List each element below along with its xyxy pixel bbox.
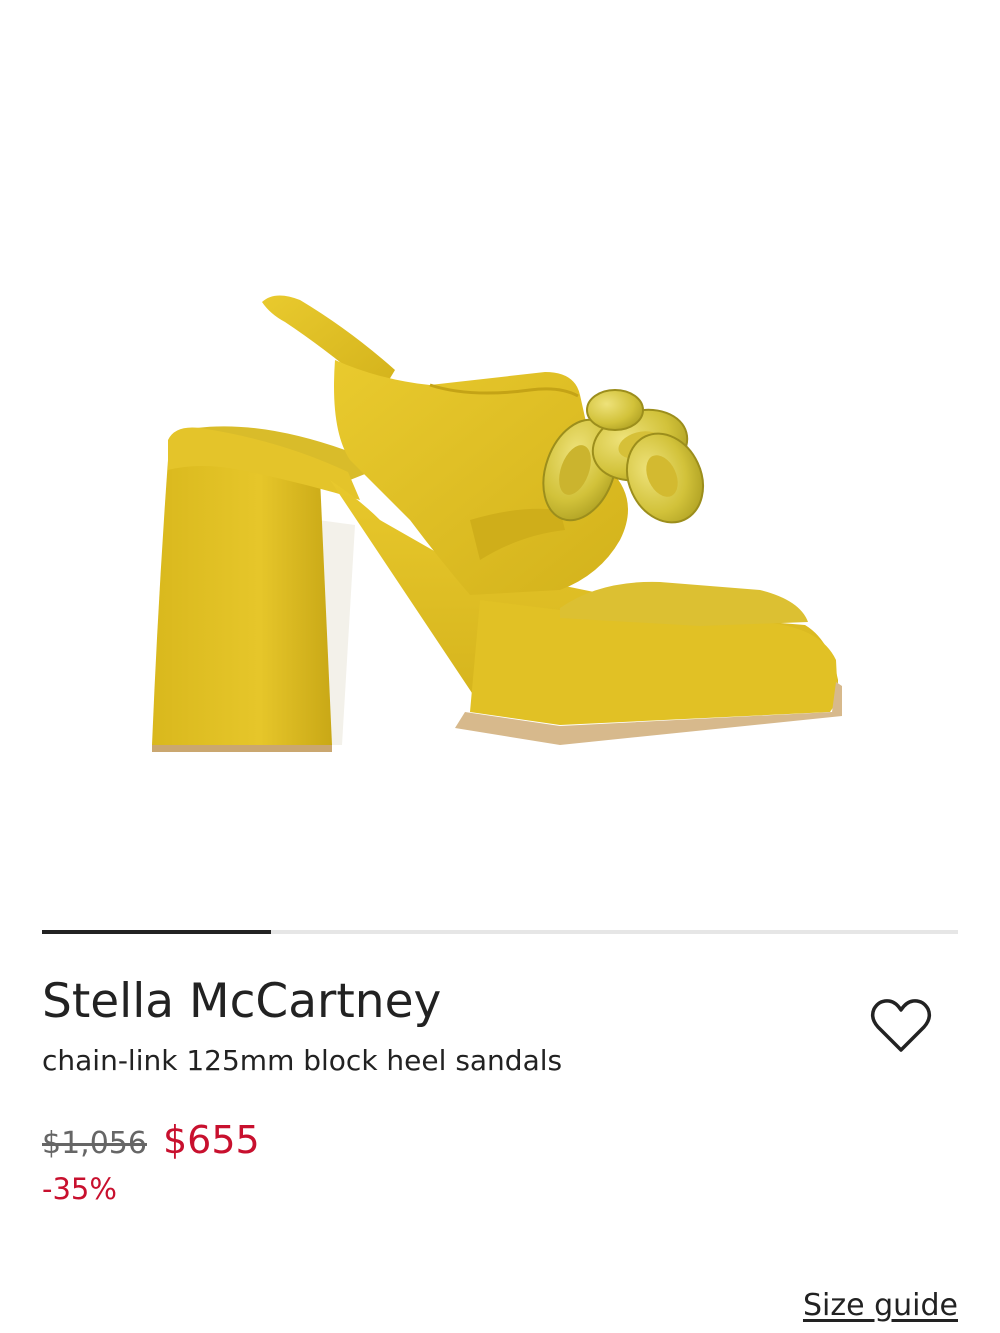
carousel-progress-fill	[42, 930, 271, 934]
sandal-illustration	[152, 295, 842, 752]
original-price: $1,056	[42, 1126, 147, 1161]
brand-name[interactable]: Stella McCartney	[42, 972, 441, 1032]
image-carousel-progress	[42, 930, 958, 934]
discount-badge: -35%	[42, 1172, 117, 1206]
size-guide-link[interactable]: Size guide	[803, 1286, 958, 1326]
sale-price: $655	[162, 1118, 260, 1162]
wishlist-button[interactable]	[868, 996, 934, 1056]
price-row: $1,056 $655	[42, 1118, 260, 1164]
product-name: chain-link 125mm block heel sandals	[42, 1044, 563, 1077]
product-image[interactable]	[0, 0, 1000, 900]
heart-outline-icon	[870, 999, 932, 1052]
